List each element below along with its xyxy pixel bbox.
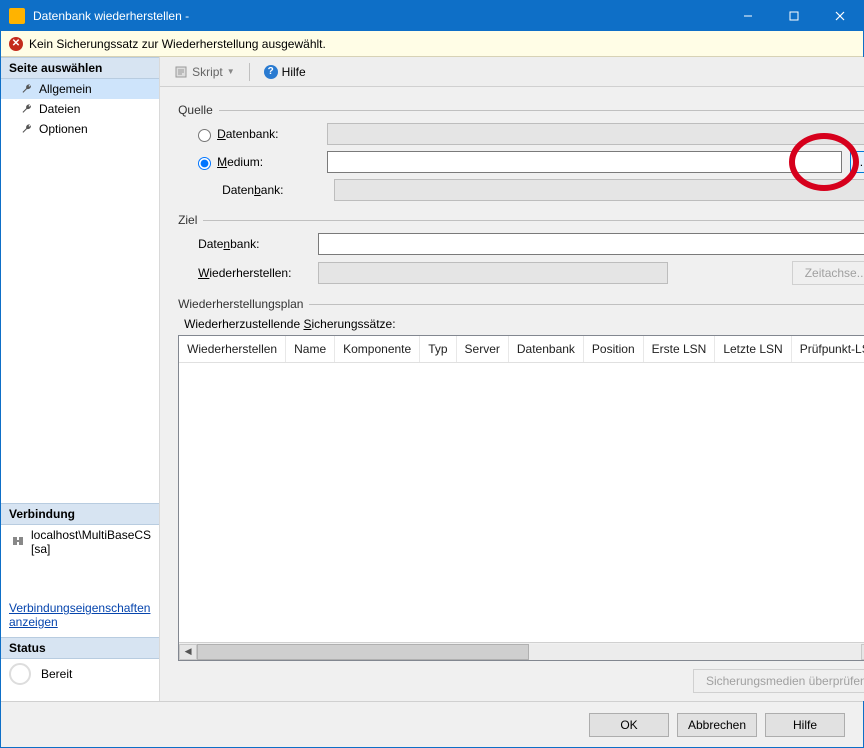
wrench-icon [21,123,33,135]
source-subdb-label: Datenbank: [178,183,334,197]
sidebar-header-pages: Seite auswählen [1,57,159,79]
target-restoreto-label: Wiederherstellen: [178,266,318,280]
backup-sets-grid[interactable]: WiederherstellenNameKomponenteTypServerD… [178,335,864,661]
maximize-button[interactable] [771,1,817,31]
connection-value: localhost\MultiBaseCS [sa] [31,528,151,556]
sidebar-item-label: Optionen [39,122,88,136]
app-icon [9,8,25,24]
sidebar-item-allgemein[interactable]: Allgemein [1,79,159,99]
spinner-icon [9,663,31,685]
radio-source-database[interactable] [198,129,211,142]
scroll-thumb[interactable] [197,644,529,660]
status-row: Bereit [1,659,159,689]
source-subdb-combo [334,179,864,201]
dialog-footer: OK Abbrechen Hilfe [1,701,863,747]
grid-horizontal-scrollbar[interactable]: ◀ ▶ [179,642,864,660]
titlebar: Datenbank wiederherstellen - [1,1,863,31]
grid-column-header[interactable]: Server [457,336,509,362]
help-icon: ? [264,65,278,79]
grid-column-header[interactable]: Typ [420,336,456,362]
cancel-button[interactable]: Abbrechen [677,713,757,737]
grid-header: WiederherstellenNameKomponenteTypServerD… [179,336,864,363]
section-source: Quelle [178,103,864,117]
section-plan: Wiederherstellungsplan [178,297,864,311]
grid-column-header[interactable]: Wiederherstellen [179,336,286,362]
scroll-left-button[interactable]: ◀ [179,644,197,660]
target-database-combo[interactable] [318,233,864,255]
sidebar-header-connection: Verbindung [1,503,159,525]
help-button[interactable]: ? Hilfe [258,63,312,81]
sidebar-header-status: Status [1,637,159,659]
warning-text: Kein Sicherungssatz zur Wiederherstellun… [29,37,326,51]
error-icon: ✕ [9,37,23,51]
warning-bar: ✕ Kein Sicherungssatz zur Wiederherstell… [1,31,863,57]
timeline-button: Zeitachse... [792,261,864,285]
grid-column-header[interactable]: Prüfpunkt-LS [792,336,864,362]
grid-column-header[interactable]: Name [286,336,335,362]
script-label: Skript [192,65,223,79]
status-value: Bereit [41,667,72,681]
target-restoreto-input [318,262,668,284]
grid-column-header[interactable]: Position [584,336,644,362]
toolbar: Skript ▼ ? Hilfe [160,57,864,87]
radio-source-medium-label: Medium: [217,155,327,169]
sidebar-item-dateien[interactable]: Dateien [1,99,159,119]
plan-subtitle: Wiederherzustellende Sicherungssätze: [178,317,864,331]
help-footer-button[interactable]: Hilfe [765,713,845,737]
sidebar-item-label: Allgemein [39,82,92,96]
section-target-label: Ziel [178,213,197,227]
server-icon [11,534,25,551]
grid-column-header[interactable]: Komponente [335,336,420,362]
section-plan-label: Wiederherstellungsplan [178,297,303,311]
target-database-label: Datenbank: [178,237,318,251]
source-medium-input[interactable] [327,151,842,173]
grid-column-header[interactable]: Letzte LSN [715,336,791,362]
radio-source-database-label: Datenbank: [217,127,327,141]
toolbar-separator [249,63,250,81]
grid-column-header[interactable]: Datenbank [509,336,584,362]
radio-source-medium[interactable] [198,157,211,170]
close-button[interactable] [817,1,863,31]
ok-button[interactable]: OK [589,713,669,737]
wrench-icon [21,103,33,115]
chevron-down-icon: ▼ [227,67,235,76]
sidebar-item-optionen[interactable]: Optionen [1,119,159,139]
script-icon [174,65,188,79]
connection-value-row: localhost\MultiBaseCS [sa] [1,525,159,559]
connection-properties-link[interactable]: Verbindungseigenschaften anzeigen [1,593,159,637]
grid-column-header[interactable]: Erste LSN [644,336,716,362]
minimize-button[interactable] [725,1,771,31]
source-database-combo [327,123,864,145]
section-target: Ziel [178,213,864,227]
sidebar: Seite auswählen Allgemein Dateien Option… [1,57,160,701]
section-source-label: Quelle [178,103,213,117]
window-title: Datenbank wiederherstellen - [33,9,725,23]
help-label: Hilfe [282,65,306,79]
verify-media-button: Sicherungsmedien überprüfen [693,669,864,693]
sidebar-item-label: Dateien [39,102,80,116]
browse-medium-button[interactable]: ... [850,151,864,173]
wrench-icon [21,83,33,95]
script-dropdown[interactable]: Skript ▼ [168,63,241,81]
